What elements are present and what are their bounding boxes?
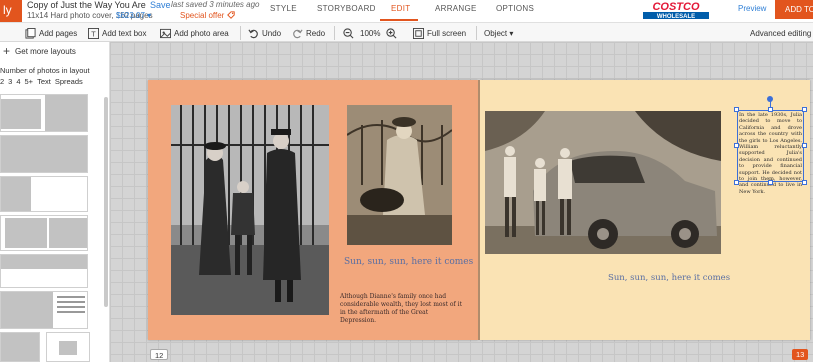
zoom-level[interactable]: 100%	[360, 26, 380, 40]
add-pages-label: Add pages	[39, 28, 78, 38]
resize-handle-n[interactable]	[768, 107, 773, 112]
layout-thumbnail[interactable]	[0, 94, 88, 132]
resize-handle-s[interactable]	[768, 180, 773, 185]
svg-text:T: T	[91, 29, 96, 38]
redo-button[interactable]: Redo	[292, 26, 325, 40]
get-more-layouts-label: Get more layouts	[15, 46, 76, 56]
costco-logo: COSTCO WHOLESALE	[643, 1, 709, 20]
left-page-number: 12	[150, 349, 169, 360]
add-text-box-button[interactable]: T Add text box	[88, 26, 146, 40]
special-offer-link[interactable]: Special offer	[180, 11, 235, 20]
add-pages-icon	[25, 27, 36, 39]
selection-frame	[737, 110, 804, 182]
left-page-caption[interactable]: Sun, sun, sun, here it comes	[344, 257, 473, 267]
layout-thumbnail[interactable]	[0, 135, 88, 173]
photo-count-tab[interactable]: 4	[16, 77, 20, 86]
selected-text-box[interactable]: In the late 1930s, Julia decided to move…	[734, 96, 807, 195]
photo-count-tab[interactable]: Text	[37, 77, 51, 86]
boy-with-hat-photo-image	[347, 105, 452, 245]
add-photo-area-label: Add photo area	[174, 28, 229, 38]
tab-storyboard[interactable]: STORYBOARD	[317, 4, 376, 13]
toolbar-divider	[240, 26, 241, 40]
layout-thumbnail[interactable]	[0, 215, 88, 251]
resize-handle-nw[interactable]	[734, 107, 739, 112]
layout-thumbnail[interactable]	[0, 332, 40, 362]
tab-options[interactable]: OPTIONS	[496, 4, 534, 13]
brand-sub: WHOLESALE	[657, 14, 695, 20]
redo-label: Redo	[306, 28, 326, 38]
zoom-out-button[interactable]	[343, 26, 354, 40]
undo-label: Undo	[262, 28, 282, 38]
photo-count-tab[interactable]: 2	[0, 77, 4, 86]
special-offer-label: Special offer	[180, 11, 225, 20]
resize-handle-se[interactable]	[802, 180, 807, 185]
project-title[interactable]: Copy of Just the Way You Are	[27, 0, 146, 10]
photo-count-tabs: 2 3 4 5+ Text Spreads	[0, 77, 83, 86]
price-dropdown[interactable]: $623.07 ▾	[116, 11, 151, 20]
photo-count-tab[interactable]: Spreads	[55, 77, 83, 86]
left-page-body-text[interactable]: Although Dianne's family once had consid…	[340, 293, 462, 325]
toolbar-divider	[476, 26, 477, 40]
preview-link[interactable]: Preview	[738, 4, 766, 13]
add-text-box-label: Add text box	[102, 28, 147, 38]
full-screen-label: Full screen	[427, 28, 467, 38]
save-link[interactable]: Save	[150, 0, 171, 10]
brand-name: COSTCO	[652, 1, 700, 13]
saved-status: last saved 3 minutes ago	[171, 0, 260, 9]
layout-thumbnail[interactable]	[0, 254, 88, 288]
tab-arrange[interactable]: ARRANGE	[435, 4, 477, 13]
layout-thumbnail[interactable]	[46, 332, 90, 362]
object-menu[interactable]: Object ▾	[484, 26, 513, 40]
full-screen-button[interactable]: Full screen	[413, 26, 466, 40]
car-photo[interactable]	[485, 111, 721, 254]
rotate-handle[interactable]	[767, 96, 773, 102]
resize-handle-ne[interactable]	[802, 107, 807, 112]
edit-toolbar: Add pages T Add text box Add photo area …	[0, 22, 813, 42]
photo-count-tab[interactable]: 5+	[25, 77, 34, 86]
car-photo-image	[485, 111, 721, 254]
full-screen-icon	[413, 27, 424, 39]
layout-thumbnail[interactable]	[0, 176, 88, 212]
family-photo-image	[171, 105, 329, 315]
right-page-number: 13	[792, 349, 809, 360]
add-to-cart-button[interactable]: ADD TO	[775, 0, 813, 19]
resize-handle-w[interactable]	[734, 143, 739, 148]
top-bar: ly Copy of Just the Way You Are Save las…	[0, 0, 813, 22]
photo-count-label: Number of photos in layout	[0, 66, 90, 75]
tab-style[interactable]: STYLE	[270, 4, 297, 13]
redo-icon	[293, 29, 303, 38]
tag-icon	[226, 11, 235, 19]
zoom-in-button[interactable]	[386, 26, 397, 40]
photo-count-tab[interactable]: 3	[8, 77, 12, 86]
toolbar-divider	[334, 26, 335, 40]
panel-scrollbar[interactable]	[104, 97, 108, 307]
text-box-icon: T	[88, 27, 99, 39]
layout-thumbnail[interactable]	[0, 291, 88, 329]
resize-handle-e[interactable]	[802, 143, 807, 148]
get-more-layouts-button[interactable]: + Get more layouts	[3, 44, 76, 58]
right-page-caption[interactable]: Sun, sun, sun, here it comes	[608, 273, 730, 283]
advanced-editing-link[interactable]: Advanced editing	[750, 26, 811, 40]
book-spine	[478, 80, 480, 340]
boy-with-hat-photo[interactable]	[347, 105, 452, 245]
undo-button[interactable]: Undo	[248, 26, 281, 40]
tab-edit[interactable]: EDIT	[391, 4, 410, 13]
layouts-panel: + Get more layouts Number of photos in l…	[0, 42, 110, 362]
photo-area-icon	[160, 28, 171, 38]
zoom-out-icon	[343, 27, 354, 38]
family-photo[interactable]	[171, 105, 329, 315]
plus-icon: +	[3, 44, 11, 58]
undo-icon	[248, 29, 258, 38]
add-pages-button[interactable]: Add pages	[25, 26, 77, 40]
add-photo-area-button[interactable]: Add photo area	[160, 26, 229, 40]
app-logo[interactable]: ly	[0, 0, 22, 22]
active-tab-indicator	[380, 19, 418, 21]
resize-handle-sw[interactable]	[734, 180, 739, 185]
zoom-in-icon	[386, 27, 397, 38]
